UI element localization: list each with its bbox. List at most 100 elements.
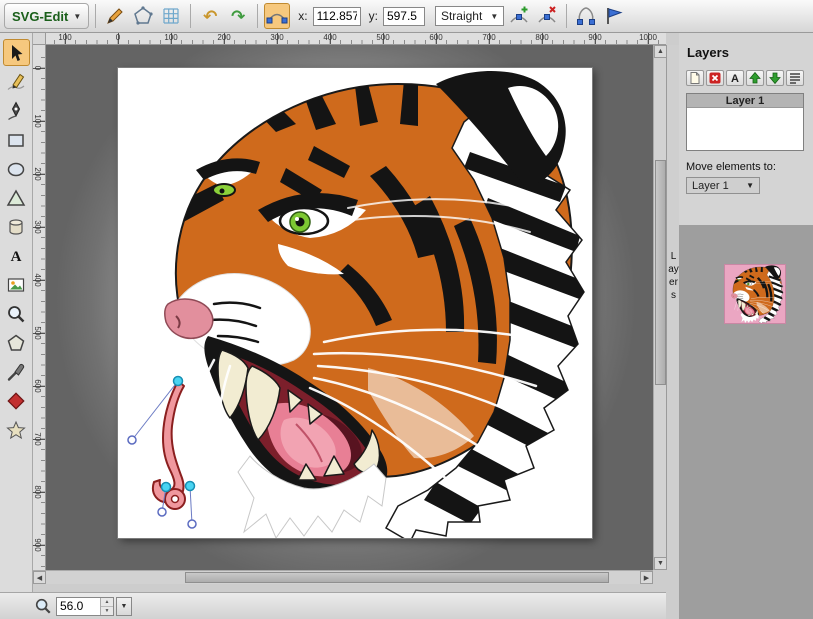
- add-node-button[interactable]: [506, 3, 532, 29]
- ruler-v-label: 900: [33, 538, 42, 551]
- new-layer-button[interactable]: [686, 70, 704, 86]
- scroll-right-arrow[interactable]: ▶: [640, 571, 653, 584]
- link-control-points-icon: [266, 5, 288, 27]
- scroll-left-arrow[interactable]: ◀: [33, 571, 46, 584]
- layer-thumbnail-image: [725, 265, 785, 323]
- open-path-icon: [575, 5, 597, 27]
- tool-zoom-button[interactable]: [3, 300, 30, 327]
- move-layer-up-button[interactable]: [746, 70, 764, 86]
- magnifier-icon: [6, 304, 26, 324]
- ruler-vertical: 0100200300400500600700800900: [33, 45, 46, 570]
- tool-polygon-button[interactable]: [3, 329, 30, 356]
- new-layer-icon: [687, 71, 703, 85]
- arrow-down-icon: [767, 71, 783, 85]
- pentagon-icon: [6, 333, 26, 353]
- delete-layer-button[interactable]: [706, 70, 724, 86]
- tool-shape-library-button[interactable]: [3, 213, 30, 240]
- ruler-h-label: 400: [323, 33, 336, 42]
- svg-edit-app: SVG-Edit ▼ ↶ ↷: [0, 0, 813, 619]
- layers-tab-label: Layers: [668, 250, 679, 302]
- segment-type-select[interactable]: Straight ▼: [435, 6, 504, 26]
- top-toolbar: SVG-Edit ▼ ↶ ↷: [0, 0, 813, 33]
- node-x-input[interactable]: [313, 7, 361, 26]
- ruler-h-label: 900: [588, 33, 601, 42]
- vertical-scrollbar[interactable]: ▲ ▼: [653, 45, 666, 570]
- svg-text:A: A: [11, 249, 22, 265]
- delete-node-button[interactable]: [534, 3, 560, 29]
- ruler-h-label: 700: [482, 33, 495, 42]
- redo-icon: ↷: [231, 8, 245, 25]
- pen-nib-icon: [6, 101, 26, 121]
- magnifier-icon: [34, 597, 52, 615]
- text-icon: A: [6, 246, 26, 266]
- image-icon: [6, 275, 26, 295]
- ruler-h-label: 0: [116, 33, 120, 42]
- layer-options-button[interactable]: [786, 70, 804, 86]
- move-target-select[interactable]: Layer 1 ▼: [686, 177, 760, 194]
- arrow-up-icon: [747, 71, 763, 85]
- tool-select-button[interactable]: [3, 39, 30, 66]
- move-layer-down-button[interactable]: [766, 70, 784, 86]
- tool-path-button[interactable]: [3, 97, 30, 124]
- svg-canvas[interactable]: [118, 68, 592, 538]
- zoom-decrement-button[interactable]: ▼: [101, 607, 113, 615]
- add-subpath-icon: [603, 5, 625, 27]
- ruler-horizontal: 10001002003004005006007008009001000: [46, 33, 666, 45]
- pencil-icon: [6, 72, 26, 92]
- tool-ellipse-button[interactable]: [3, 155, 30, 182]
- wireframe-button[interactable]: [130, 3, 156, 29]
- node-x-label: x:: [298, 9, 307, 23]
- ruler-v-label: 700: [33, 432, 42, 445]
- add-subpath-button[interactable]: [601, 3, 627, 29]
- ellipse-icon: [6, 159, 26, 179]
- layers-panel-toggle-tab[interactable]: Layers: [666, 45, 679, 570]
- horizontal-scrollbar[interactable]: ◀ ▶: [33, 570, 653, 584]
- ruler-v-label: 800: [33, 485, 42, 498]
- tool-shape-button[interactable]: [3, 184, 30, 211]
- tool-star-button[interactable]: [3, 416, 30, 443]
- zoom-input[interactable]: [57, 598, 101, 615]
- layers-panel: Layers A: [679, 33, 813, 619]
- rename-layer-button[interactable]: A: [726, 70, 744, 86]
- chevron-down-icon: ▼: [746, 181, 754, 190]
- logo-label: SVG-Edit: [12, 9, 68, 24]
- edit-source-button[interactable]: [102, 3, 128, 29]
- zoom-spinner: ▲ ▼: [100, 598, 113, 615]
- ruler-h-label: 100: [58, 33, 71, 42]
- tool-rectangle-button[interactable]: [3, 126, 30, 153]
- tool-image-button[interactable]: [3, 271, 30, 298]
- ruler-corner: [33, 33, 46, 45]
- zoom-preset-dropdown[interactable]: ▼: [116, 597, 132, 616]
- tool-text-button[interactable]: A: [3, 242, 30, 269]
- ruler-h-label: 100: [164, 33, 177, 42]
- undo-icon: ↶: [203, 8, 217, 25]
- delete-layer-icon: [707, 71, 723, 85]
- link-control-points-button[interactable]: [264, 3, 290, 29]
- grid-button[interactable]: [158, 3, 184, 29]
- ruler-v-label: 400: [33, 273, 42, 286]
- zoom-increment-button[interactable]: ▲: [101, 598, 113, 607]
- tool-eyedropper-button[interactable]: [3, 358, 30, 385]
- grid-icon: [160, 5, 182, 27]
- list-lines-icon: [787, 71, 803, 85]
- tool-gradient-button[interactable]: [3, 387, 30, 414]
- layer-thumbnail[interactable]: [725, 265, 785, 323]
- node-y-input[interactable]: [383, 7, 425, 26]
- ruler-h-label: 500: [376, 33, 389, 42]
- horizontal-scroll-thumb[interactable]: [185, 572, 609, 583]
- canvas-workspace[interactable]: [46, 45, 653, 570]
- layer-list[interactable]: Layer 1: [686, 93, 804, 151]
- main-menu-button[interactable]: SVG-Edit ▼: [4, 3, 89, 29]
- chevron-down-icon: ▼: [73, 12, 81, 21]
- redo-button[interactable]: ↷: [225, 3, 251, 29]
- vertical-scroll-thumb[interactable]: [655, 160, 666, 385]
- undo-button[interactable]: ↶: [197, 3, 223, 29]
- open-path-button[interactable]: [573, 3, 599, 29]
- edit-source-icon: [104, 5, 126, 27]
- move-target-value: Layer 1: [692, 180, 729, 192]
- path-node-handles[interactable]: [128, 377, 196, 529]
- rename-layer-icon: A: [727, 71, 743, 85]
- tool-pencil-button[interactable]: [3, 68, 30, 95]
- layer-row[interactable]: Layer 1: [687, 94, 803, 108]
- ruler-v-label: 0: [33, 66, 42, 70]
